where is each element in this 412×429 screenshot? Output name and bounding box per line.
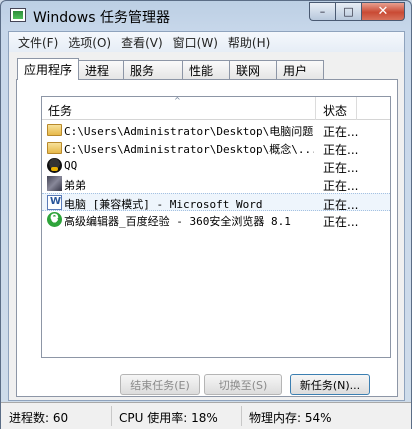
tab-performance[interactable]: 性能 xyxy=(182,60,231,80)
menu-help[interactable]: 帮助(H) xyxy=(223,34,275,51)
menu-bar: 文件(F) 选项(O) 查看(V) 窗口(W) 帮助(H) xyxy=(9,32,404,52)
task-name: 电脑 [兼容模式] - Microsoft Word xyxy=(64,198,263,211)
switch-to-button[interactable]: 切换至(S) xyxy=(204,374,282,395)
table-row[interactable]: C:\Users\Administrator\Desktop\概念\... 正在… xyxy=(42,139,390,157)
menu-window[interactable]: 窗口(W) xyxy=(168,34,223,51)
status-divider xyxy=(111,406,112,426)
task-manager-window: Windows 任务管理器 – □ ✕ 文件(F) 选项(O) 查看(V) 窗口… xyxy=(0,0,412,429)
title-bar[interactable]: Windows 任务管理器 – □ ✕ xyxy=(1,1,411,31)
table-row-selected[interactable]: 电脑 [兼容模式] - Microsoft Word 正在... xyxy=(42,193,390,212)
task-name: C:\Users\Administrator\Desktop\概念\... xyxy=(64,143,314,156)
new-task-button[interactable]: 新任务(N)... xyxy=(290,374,370,395)
folder-icon xyxy=(47,142,62,154)
status-divider xyxy=(241,406,242,426)
task-status: 正在... xyxy=(323,143,359,157)
status-bar: 进程数: 60 CPU 使用率: 18% 物理内存: 54% xyxy=(1,402,411,429)
qq-icon xyxy=(47,158,62,173)
task-name: QQ xyxy=(64,159,78,172)
tab-networking[interactable]: 联网 xyxy=(229,60,278,80)
tab-applications[interactable]: 应用程序 xyxy=(17,58,80,80)
word-icon xyxy=(47,195,62,210)
minimize-button[interactable]: – xyxy=(309,2,335,21)
folder-icon xyxy=(47,124,62,136)
tab-users[interactable]: 用户 xyxy=(276,60,325,80)
column-header-task[interactable]: 任务 xyxy=(42,97,316,120)
task-status: 正在... xyxy=(323,161,359,175)
task-name: 高级编辑器_百度经验 - 360安全浏览器 8.1 xyxy=(64,215,291,228)
maximize-button[interactable]: □ xyxy=(335,2,361,21)
close-button[interactable]: ✕ xyxy=(361,2,405,21)
menu-view[interactable]: 查看(V) xyxy=(116,34,168,51)
task-name: 弟弟 xyxy=(64,179,86,192)
menu-options[interactable]: 选项(O) xyxy=(63,34,116,51)
table-row[interactable]: 弟弟 正在... xyxy=(42,175,390,193)
task-list[interactable]: ^ 任务 状态 C:\Users\Administrator\Desktop\电… xyxy=(41,96,391,358)
caption-buttons: – □ ✕ xyxy=(309,2,405,21)
task-status: 正在... xyxy=(323,215,359,229)
task-status: 正在... xyxy=(323,125,359,139)
window-title: Windows 任务管理器 xyxy=(33,10,170,26)
task-manager-icon xyxy=(10,8,26,22)
task-rows: C:\Users\Administrator\Desktop\电脑问题 正在..… xyxy=(42,121,390,229)
memory-usage: 物理内存: 54% xyxy=(249,411,332,425)
task-status: 正在... xyxy=(323,179,359,193)
client-area: 文件(F) 选项(O) 查看(V) 窗口(W) 帮助(H) 应用程序 进程 服务… xyxy=(8,31,405,401)
browser-360-icon xyxy=(47,210,62,227)
table-row[interactable]: QQ 正在... xyxy=(42,157,390,175)
tab-strip: 应用程序 进程 服务 性能 联网 用户 xyxy=(17,58,325,80)
tab-processes[interactable]: 进程 xyxy=(78,60,125,80)
task-name: C:\Users\Administrator\Desktop\电脑问题 xyxy=(64,125,314,138)
table-row[interactable]: 高级编辑器_百度经验 - 360安全浏览器 8.1 正在... xyxy=(42,210,390,229)
column-header-status[interactable]: 状态 xyxy=(317,97,357,120)
list-header: ^ 任务 状态 xyxy=(42,96,390,120)
menu-file[interactable]: 文件(F) xyxy=(13,34,63,51)
process-count: 进程数: 60 xyxy=(9,411,69,425)
applications-panel: ^ 任务 状态 C:\Users\Administrator\Desktop\电… xyxy=(16,79,398,397)
cpu-usage: CPU 使用率: 18% xyxy=(119,411,218,425)
avatar-icon xyxy=(47,176,62,191)
table-row[interactable]: C:\Users\Administrator\Desktop\电脑问题 正在..… xyxy=(42,121,390,139)
tab-services[interactable]: 服务 xyxy=(123,60,184,80)
end-task-button[interactable]: 结束任务(E) xyxy=(120,374,200,395)
